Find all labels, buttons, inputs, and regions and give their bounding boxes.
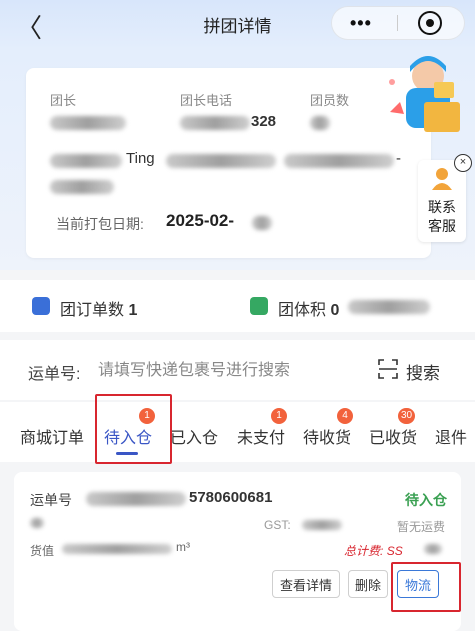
order-status-tabs: 商城订单 待入仓 1 已入仓 未支付 1 待收货 4 已收货 30 退件	[0, 402, 475, 462]
stats-row: 团订单数 1 团体积 0	[0, 280, 475, 332]
address-visible-suffix: -	[396, 150, 401, 167]
leader-name-redacted	[50, 116, 126, 130]
product-name-redacted	[30, 518, 44, 528]
volume-icon	[250, 297, 268, 315]
pack-date-value: 2025-02-	[166, 211, 235, 230]
scan-icon[interactable]	[378, 359, 398, 379]
close-miniprogram-icon[interactable]	[418, 11, 442, 35]
group-info-card: 团长 团长电话 团员数 328 Ting - 当前打包日期: 2025-02-	[26, 68, 431, 258]
order-status: 待入仓	[405, 492, 447, 508]
members-redacted	[310, 116, 330, 130]
phone-visible-suffix: 328	[251, 113, 277, 130]
waybill-search-input[interactable]	[96, 357, 360, 385]
waybill-search-bar: 运单号: 搜索	[0, 340, 475, 400]
courier-mascot-illustration	[389, 56, 460, 132]
tab-to-receive[interactable]: 待收货	[303, 424, 351, 448]
delete-button[interactable]: 删除	[348, 570, 388, 598]
shipping-fee-label: 暂无运费	[396, 520, 445, 534]
search-button[interactable]: 搜索	[406, 359, 440, 384]
contact-service-label: 联系 客服	[428, 199, 456, 234]
orders-stat: 团订单数 1	[60, 302, 138, 319]
gst-label: GST:	[264, 518, 291, 532]
address-redacted-4	[50, 180, 114, 194]
view-details-button[interactable]: 查看详情	[272, 570, 340, 598]
highlight-box-logistics-button	[391, 562, 461, 612]
pack-date-redacted	[252, 216, 272, 230]
tab-received-badge: 30	[398, 408, 416, 424]
address-redacted-3	[284, 154, 394, 168]
goods-value-redacted	[62, 544, 172, 554]
address-redacted-1	[50, 154, 122, 168]
phone-redacted	[180, 116, 250, 130]
tab-in-warehouse[interactable]: 已入仓	[170, 424, 218, 448]
capsule-divider	[397, 15, 398, 31]
waybill-redacted	[86, 492, 186, 506]
close-icon[interactable]: ×	[454, 154, 472, 172]
contact-service-button[interactable]: 联系 客服 ×	[418, 154, 472, 242]
orders-icon	[32, 297, 50, 315]
address-redacted-2	[166, 154, 276, 168]
tab-received[interactable]: 已收货	[369, 424, 417, 448]
tab-unpaid-badge: 1	[271, 408, 287, 424]
customer-service-icon	[432, 168, 452, 190]
volume-stat: 团体积 0	[278, 302, 340, 319]
goods-value-label: 货值	[30, 544, 55, 558]
total-fee: 总计费: SS	[344, 544, 403, 558]
mini-program-capsule: •••	[331, 6, 465, 40]
phone-label: 团长电话	[180, 93, 233, 108]
waybill-search-prefix: 运单号:	[28, 366, 81, 383]
tab-unpaid[interactable]: 未支付	[237, 424, 285, 448]
volume-unit: m³	[176, 540, 190, 554]
pack-date-label: 当前打包日期:	[56, 216, 144, 232]
members-label: 团员数	[310, 93, 350, 108]
more-menu-icon[interactable]: •••	[350, 13, 372, 34]
tab-to-receive-badge: 4	[337, 408, 353, 424]
address-visible-fragment: Ting	[126, 150, 155, 167]
highlight-box-pending-tab	[95, 394, 172, 464]
tab-mall-orders[interactable]: 商城订单	[20, 424, 84, 448]
volume-redacted	[348, 300, 430, 314]
waybill-number-suffix: 5780600681	[189, 489, 273, 506]
tab-returns[interactable]: 退件	[435, 424, 467, 448]
total-fee-redacted	[424, 544, 442, 554]
waybill-label: 运单号	[30, 492, 72, 508]
leader-label: 团长	[50, 93, 77, 108]
gst-value-redacted	[302, 520, 342, 530]
